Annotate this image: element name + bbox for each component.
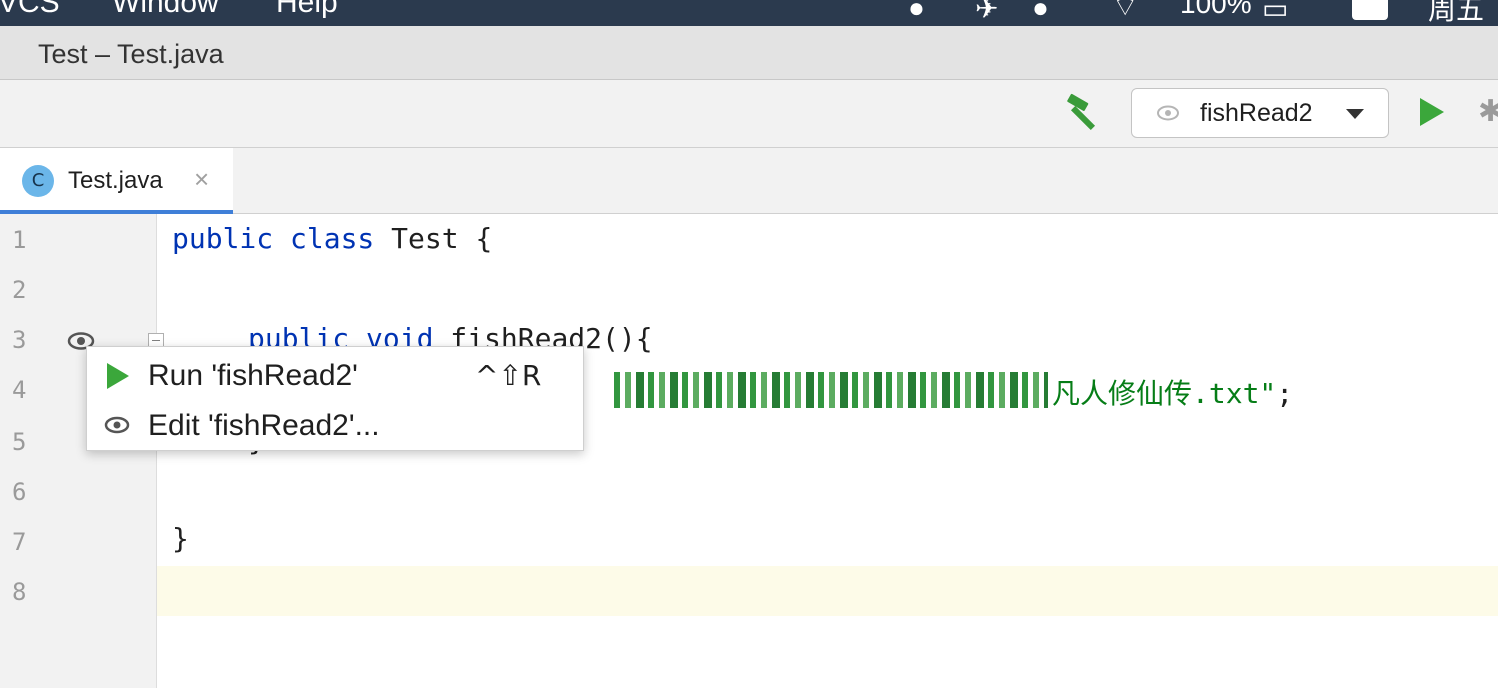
code-editor[interactable] [157,214,1498,688]
run-configuration-label: fishRead2 [1200,99,1313,127]
code-keyword: public class [172,222,375,255]
tab-test-java[interactable]: C Test.java × [0,148,233,214]
run-context-popup: Run 'fishRead2' ^⇧R Edit 'fishRead2'... [86,346,584,451]
wifi-icon[interactable]: ⌔ [1112,0,1138,25]
line-number: 8 [12,578,27,606]
line-number: 7 [12,528,27,556]
toolbar: fishRead2 ✱ [0,80,1498,148]
popup-item-run[interactable]: Run 'fishRead2' ^⇧R [87,351,583,399]
redacted-path [614,372,1048,408]
code-string: 凡人修仙传.txt" [1052,377,1277,410]
run-configuration-selector[interactable]: fishRead2 [1131,88,1389,138]
code-line-1: public class Test { [172,222,492,255]
window-title: Test – Test.java [38,39,224,69]
menu-item-help[interactable]: Help [276,0,338,20]
send-icon[interactable]: ✈ [975,0,998,25]
wechat-icon[interactable]: ● [1032,0,1049,24]
line-number: 2 [12,276,27,304]
code-line-7: } [172,522,189,555]
code-text: ; [1276,377,1294,410]
play-icon [107,363,129,389]
build-hammer-icon[interactable] [1062,92,1106,132]
run-button[interactable] [1420,98,1444,126]
menu-item-window[interactable]: Window [112,0,219,20]
popup-item-edit[interactable]: Edit 'fishRead2'... [87,401,583,449]
code-text: Test { [374,222,493,255]
eye-icon [1157,105,1179,121]
battery-percent: 100% [1180,0,1252,19]
debug-icon[interactable]: ✱ [1478,94,1498,130]
editor-tab-bar: C Test.java × [0,148,1498,214]
window-title-bar: Test – Test.java [0,26,1498,80]
qq-icon[interactable]: ● [908,0,925,24]
menu-item-vcs[interactable]: VCS [0,0,60,20]
popup-item-label: Run 'fishRead2' [148,359,358,392]
eye-icon [104,416,130,434]
chevron-down-icon [1346,109,1364,119]
line-number: 3 [12,326,27,354]
line-number: 1 [12,226,27,254]
keyboard-shortcut: ^⇧R [475,359,542,392]
clock[interactable]: 周五 [1428,0,1484,26]
current-line-highlight [157,566,1498,616]
tab-label: Test.java [68,167,163,194]
line-number: 5 [12,428,27,456]
battery-icon[interactable]: ▭ [1262,0,1288,25]
line-number: 6 [12,478,27,506]
input-method-icon[interactable] [1352,0,1388,20]
code-text: } [172,522,189,555]
popup-item-label: Edit 'fishRead2'... [148,409,380,442]
macos-menu-bar: VCS Window Help ● ✈ ● ⌔ 100% ▭ 周五 [0,0,1498,26]
close-icon[interactable]: × [194,165,209,193]
java-class-icon: C [22,165,54,197]
code-line-4: 凡人修仙传.txt"; [1052,372,1293,412]
line-number: 4 [12,376,27,404]
